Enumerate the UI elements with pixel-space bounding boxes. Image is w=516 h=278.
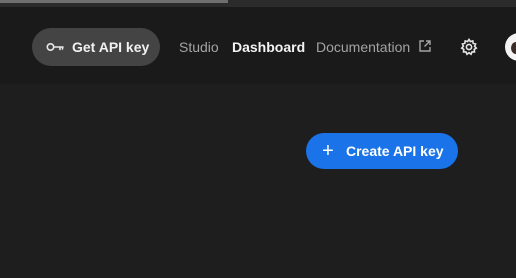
get-api-key-label: Get API key	[72, 39, 150, 55]
gear-icon[interactable]	[459, 37, 479, 57]
create-api-key-label: Create API key	[346, 143, 444, 159]
nav-link-documentation[interactable]: Documentation	[316, 38, 410, 56]
get-api-key-button[interactable]: Get API key	[32, 28, 160, 66]
key-icon	[46, 43, 64, 52]
browser-top-strip	[0, 0, 516, 7]
top-header: Get API key Studio Dashboard Documentati…	[0, 7, 516, 84]
create-api-key-button[interactable]: + Create API key	[306, 133, 458, 169]
plus-icon: +	[322, 140, 334, 162]
avatar-face	[511, 42, 516, 54]
avatar[interactable]	[505, 33, 516, 61]
external-link-icon[interactable]	[418, 39, 432, 53]
nav-link-studio[interactable]: Studio	[179, 38, 219, 56]
scrollbar-indicator	[0, 0, 228, 3]
nav-link-dashboard[interactable]: Dashboard	[232, 38, 305, 56]
